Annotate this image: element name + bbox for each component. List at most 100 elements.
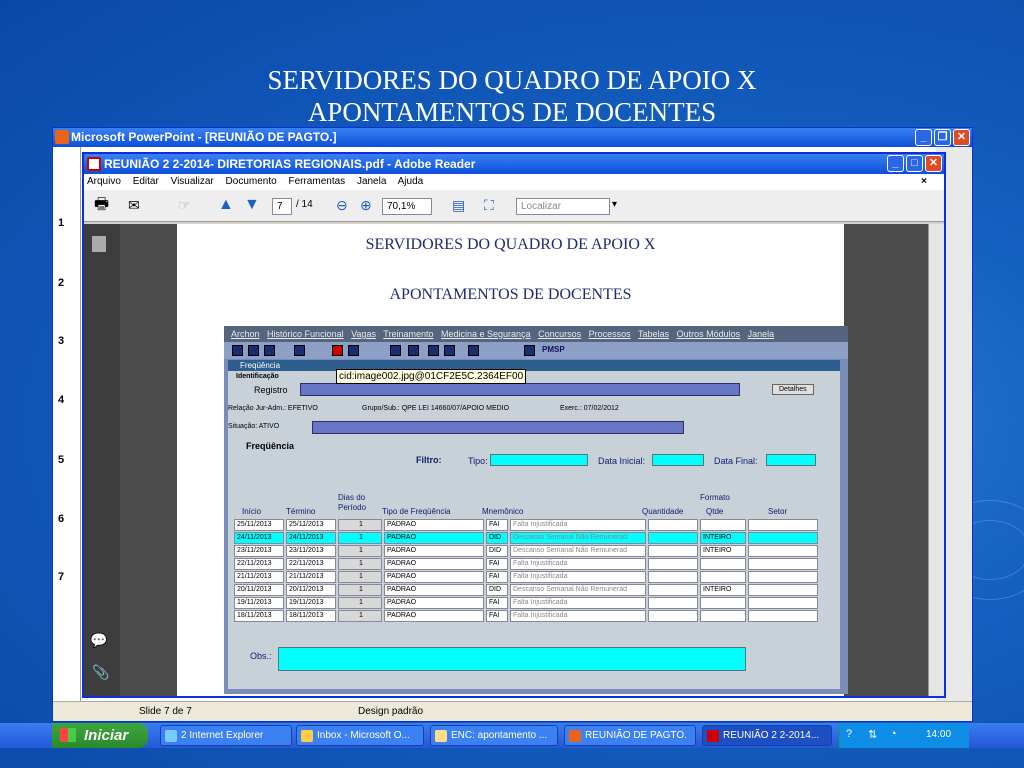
- page-up-icon[interactable]: ▲: [218, 196, 234, 216]
- cell-tipo[interactable]: PADRAO: [384, 558, 484, 570]
- menu-arquivo[interactable]: Arquivo: [87, 176, 121, 187]
- email-icon[interactable]: ✉: [128, 196, 140, 216]
- comments-icon[interactable]: 💬: [90, 632, 107, 649]
- app-menu-vagas[interactable]: Vagas: [351, 329, 376, 339]
- table-row[interactable]: 22/11/2013 22/11/2013 1 PADRAO FAI Falta Inju…: [234, 558, 819, 570]
- data-inicial-input[interactable]: [652, 454, 704, 466]
- reader-maximize-button[interactable]: □: [906, 155, 923, 172]
- zoom-in-icon[interactable]: ⊕: [360, 196, 372, 216]
- cell-desc[interactable]: Falta Injustificada: [510, 558, 646, 570]
- registro-field[interactable]: [300, 383, 740, 396]
- insert-icon[interactable]: [348, 345, 359, 356]
- cancel-icon[interactable]: [332, 345, 343, 356]
- app-menu-outros[interactable]: Outros Módulos: [677, 329, 741, 339]
- cell-dias[interactable]: 1: [338, 532, 382, 544]
- cell-termino[interactable]: 20/11/2013: [286, 584, 336, 596]
- ppt-titlebar[interactable]: Microsoft PowerPoint - [REUNIÃO DE PAGTO…: [53, 128, 972, 147]
- query-icon[interactable]: [294, 345, 305, 356]
- task-outlook[interactable]: Inbox - Microsoft O...: [296, 725, 424, 746]
- search-dropdown-icon[interactable]: ▾: [612, 196, 617, 216]
- menu-documento[interactable]: Documento: [226, 176, 277, 187]
- slide-thumb-4[interactable]: 4: [58, 394, 64, 406]
- table-row[interactable]: 24/11/2013 24/11/2013 1 PADRAO DID Descanso S…: [234, 532, 819, 544]
- slide-thumb-5[interactable]: 5: [58, 454, 64, 466]
- cell-mnem[interactable]: DID: [486, 545, 508, 557]
- reader-scrollbar[interactable]: [928, 224, 944, 696]
- cell-formato[interactable]: [700, 597, 746, 609]
- cell-termino[interactable]: 19/11/2013: [286, 597, 336, 609]
- app-menu-medicina[interactable]: Medicina e Segurança: [441, 329, 531, 339]
- cell-dias[interactable]: 1: [338, 610, 382, 622]
- cell-desc[interactable]: Descanso Semanal Não Remunerad: [510, 584, 646, 596]
- slide-thumb-7[interactable]: 7: [58, 571, 64, 583]
- cell-inicio[interactable]: 21/11/2013: [234, 571, 284, 583]
- cell-setor[interactable]: [748, 558, 818, 570]
- cell-dias[interactable]: 1: [338, 519, 382, 531]
- cell-dias[interactable]: 1: [338, 558, 382, 570]
- reader-minimize-button[interactable]: _: [887, 155, 904, 172]
- menu-ferramentas[interactable]: Ferramentas: [288, 176, 345, 187]
- cell-tipo[interactable]: PADRAO: [384, 532, 484, 544]
- cell-mnem[interactable]: FAI: [486, 610, 508, 622]
- help-icon[interactable]: [468, 345, 479, 356]
- cell-setor[interactable]: [748, 545, 818, 557]
- cell-tipo[interactable]: PADRAO: [384, 571, 484, 583]
- cell-formato[interactable]: INTEIRO: [700, 584, 746, 596]
- cell-inicio[interactable]: 25/11/2013: [234, 519, 284, 531]
- cell-setor[interactable]: [748, 584, 818, 596]
- cell-termino[interactable]: 24/11/2013: [286, 532, 336, 544]
- cell-formato[interactable]: [700, 558, 746, 570]
- volume-tray-icon[interactable]: ◔: [890, 728, 897, 740]
- cell-desc[interactable]: Falta Injustificada: [510, 571, 646, 583]
- cell-inicio[interactable]: 24/11/2013: [234, 532, 284, 544]
- cell-formato[interactable]: INTEIRO: [700, 545, 746, 557]
- cell-termino[interactable]: 18/11/2013: [286, 610, 336, 622]
- cell-dias[interactable]: 1: [338, 597, 382, 609]
- cell-termino[interactable]: 22/11/2013: [286, 558, 336, 570]
- attachment-icon[interactable]: 📎: [92, 664, 109, 681]
- cell-formato[interactable]: INTEIRO: [700, 532, 746, 544]
- network-tray-icon[interactable]: ⇅: [868, 728, 877, 741]
- data-final-input[interactable]: [766, 454, 816, 466]
- app-menu-archon[interactable]: Archon: [231, 329, 260, 339]
- cell-setor[interactable]: [748, 571, 818, 583]
- zoom-out-icon[interactable]: ⊖: [336, 196, 348, 216]
- cell-qtd[interactable]: [648, 610, 698, 622]
- cell-dias[interactable]: 1: [338, 545, 382, 557]
- cell-qtd[interactable]: [648, 597, 698, 609]
- cell-setor[interactable]: [748, 532, 818, 544]
- menu-ajuda[interactable]: Ajuda: [398, 176, 424, 187]
- print-icon[interactable]: 🖶: [94, 196, 109, 216]
- obs-textarea[interactable]: [278, 647, 746, 671]
- start-button[interactable]: Iniciar: [52, 723, 148, 748]
- cell-formato[interactable]: [700, 571, 746, 583]
- table-row[interactable]: 18/11/2013 18/11/2013 1 PADRAO FAI Falta Inju…: [234, 610, 819, 622]
- close-button[interactable]: ✕: [953, 129, 970, 146]
- save-icon[interactable]: [232, 345, 243, 356]
- cell-mnem[interactable]: DID: [486, 532, 508, 544]
- menu-janela[interactable]: Janela: [357, 176, 386, 187]
- cell-inicio[interactable]: 19/11/2013: [234, 597, 284, 609]
- zoom-select[interactable]: 70,1%: [382, 198, 432, 215]
- cell-qtd[interactable]: [648, 519, 698, 531]
- cell-qtd[interactable]: [648, 584, 698, 596]
- cell-termino[interactable]: 25/11/2013: [286, 519, 336, 531]
- cell-setor[interactable]: [748, 519, 818, 531]
- cell-desc[interactable]: Descanso Semanal Não Remunerad: [510, 545, 646, 557]
- task-email[interactable]: ENC: apontamento ...: [430, 725, 558, 746]
- cell-qtd[interactable]: [648, 545, 698, 557]
- page-number-input[interactable]: 7: [272, 198, 292, 215]
- help-tray-icon[interactable]: ?: [846, 728, 852, 740]
- down-icon[interactable]: [408, 345, 419, 356]
- menu-visualizar[interactable]: Visualizar: [171, 176, 214, 187]
- cell-qtd[interactable]: [648, 571, 698, 583]
- slide-thumb-3[interactable]: 3: [58, 335, 64, 347]
- cell-tipo[interactable]: PADRAO: [384, 519, 484, 531]
- app-menu-processos[interactable]: Processos: [589, 329, 631, 339]
- task-powerpoint[interactable]: REUNIÃO DE PAGTO.: [564, 725, 696, 746]
- table-row[interactable]: 25/11/2013 25/11/2013 1 PADRAO FAI Falta Inju…: [234, 519, 819, 531]
- cell-tipo[interactable]: PADRAO: [384, 584, 484, 596]
- table-row[interactable]: 19/11/2013 19/11/2013 1 PADRAO FAI Falta Inju…: [234, 597, 819, 609]
- cell-desc[interactable]: Falta Injustificada: [510, 519, 646, 531]
- hand-icon[interactable]: ☞: [178, 196, 191, 216]
